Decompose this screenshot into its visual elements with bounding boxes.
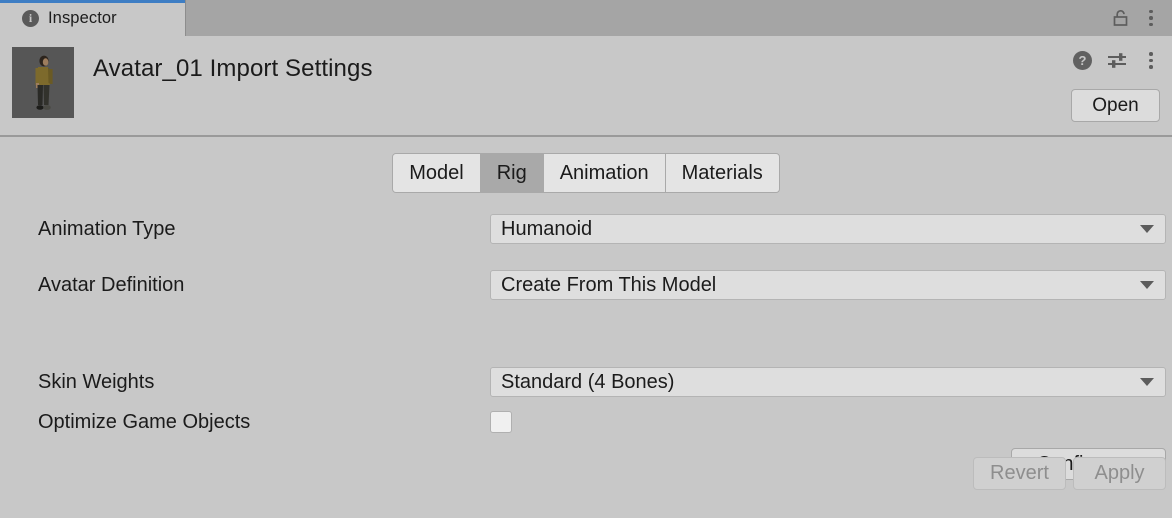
apply-button[interactable]: Apply xyxy=(1073,457,1166,490)
kebab-dot xyxy=(1149,52,1153,56)
footer-actions: Revert Apply xyxy=(973,457,1166,490)
avatar-definition-label: Avatar Definition xyxy=(38,273,185,296)
asset-header: Avatar_01 Import Settings ? Open xyxy=(0,36,1172,137)
info-icon: i xyxy=(22,9,39,27)
animation-type-value: Humanoid xyxy=(501,217,593,240)
page-title: Avatar_01 Import Settings xyxy=(93,55,373,82)
kebab-dot xyxy=(1149,58,1153,63)
chevron-down-icon xyxy=(1140,225,1154,233)
tab-inspector[interactable]: i Inspector xyxy=(0,0,186,36)
animation-type-label: Animation Type xyxy=(38,217,176,240)
avatar-definition-dropdown[interactable]: Create From This Model xyxy=(490,270,1166,300)
row-skin-weights: Skin Weights Standard (4 Bones) xyxy=(0,367,1172,397)
kebab-dot xyxy=(1149,65,1153,69)
help-icon[interactable]: ? xyxy=(1073,51,1092,70)
tab-animation[interactable]: Animation xyxy=(543,154,666,192)
inspector-body: Model Rig Animation Materials Animation … xyxy=(0,137,1172,516)
chevron-down-icon xyxy=(1140,281,1154,289)
avatar-definition-value: Create From This Model xyxy=(501,273,717,296)
unlocked-padlock-icon[interactable] xyxy=(1112,9,1129,27)
avatar-thumbnail[interactable] xyxy=(12,47,74,118)
header-kebab-menu-icon[interactable] xyxy=(1143,52,1159,70)
row-optimize-game-objects: Optimize Game Objects xyxy=(0,407,1172,437)
tab-inspector-label: Inspector xyxy=(48,8,117,27)
skin-weights-value: Standard (4 Bones) xyxy=(501,370,675,393)
import-settings-tabs: Model Rig Animation Materials xyxy=(0,153,1172,193)
header-actions: ? xyxy=(1073,51,1159,70)
skin-weights-dropdown[interactable]: Standard (4 Bones) xyxy=(490,367,1166,397)
window-tab-strip: i Inspector xyxy=(0,0,1172,36)
preset-settings-icon[interactable] xyxy=(1107,51,1128,70)
skin-weights-label: Skin Weights xyxy=(38,370,155,393)
tab-materials[interactable]: Materials xyxy=(665,154,779,192)
optimize-game-objects-checkbox[interactable] xyxy=(490,411,512,433)
kebab-dot xyxy=(1149,16,1153,20)
kebab-dot xyxy=(1149,9,1153,14)
chevron-down-icon xyxy=(1140,378,1154,386)
optimize-game-objects-label: Optimize Game Objects xyxy=(38,410,251,433)
tab-group: Model Rig Animation Materials xyxy=(392,153,780,193)
kebab-dot xyxy=(1149,22,1153,27)
animation-type-dropdown[interactable]: Humanoid xyxy=(490,214,1166,244)
row-animation-type: Animation Type Humanoid xyxy=(0,214,1172,244)
tab-rig[interactable]: Rig xyxy=(480,154,544,192)
open-button[interactable]: Open xyxy=(1071,89,1160,122)
revert-button[interactable]: Revert xyxy=(973,457,1066,490)
window-tab-actions xyxy=(1112,0,1172,36)
row-avatar-definition: Avatar Definition Create From This Model xyxy=(0,270,1172,300)
tab-model[interactable]: Model xyxy=(393,154,481,192)
kebab-menu-icon[interactable] xyxy=(1143,9,1159,27)
